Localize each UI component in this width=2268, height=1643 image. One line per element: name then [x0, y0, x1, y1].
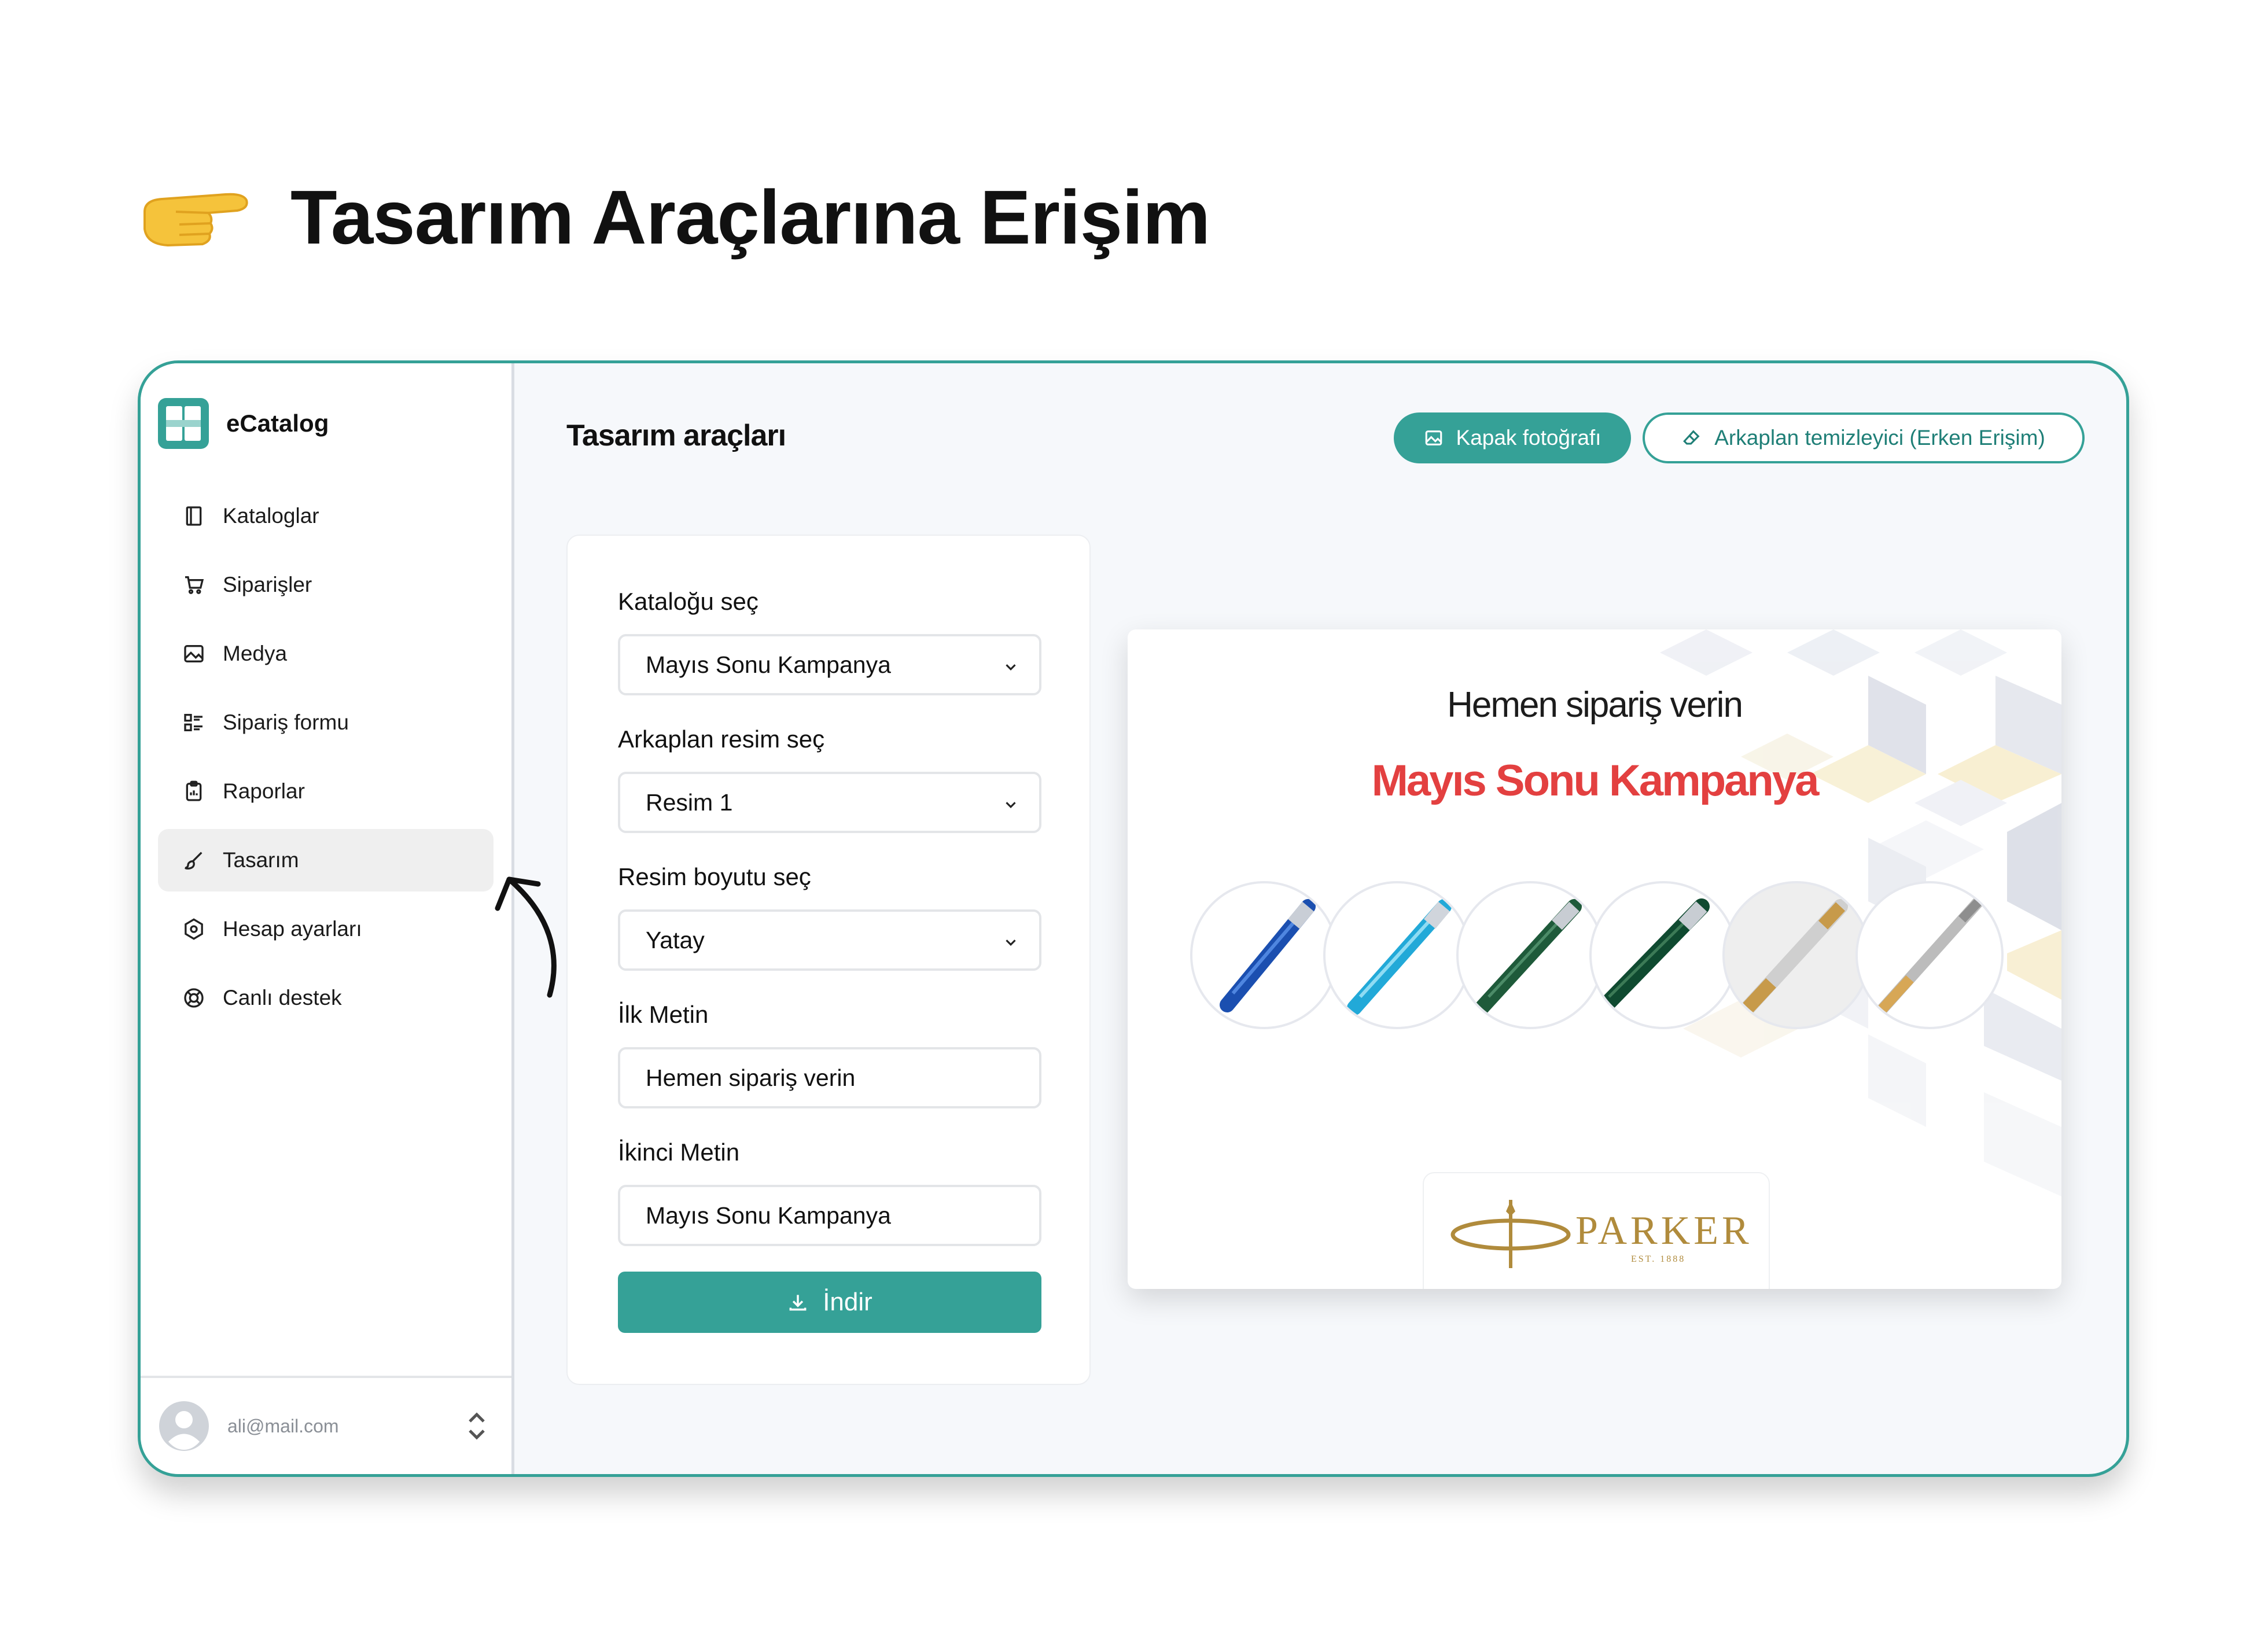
hero-heading: Tasarım Araçlarına Erişim [139, 174, 1210, 261]
sidebar-item-medya[interactable]: Medya [158, 622, 494, 685]
background-remover-button[interactable]: Arkaplan temizleyici (Erken Erişim) [1643, 412, 2085, 463]
app-window: eCatalog Kataloglar Siparişler Medya Sip… [138, 360, 2129, 1477]
main-content: Tasarım araçları Kapak fotoğrafı Arkapla… [514, 363, 2126, 1474]
app-name: eCatalog [226, 410, 329, 437]
avatar [159, 1401, 209, 1451]
product-image [1323, 881, 1471, 1029]
download-label: İndir [823, 1288, 872, 1316]
first-text-label: İlk Metin [618, 1001, 709, 1028]
dark-green-pen-image [1595, 898, 1710, 1016]
preview-first-text: Hemen sipariş verin [1447, 685, 1743, 725]
form-list-icon [184, 714, 203, 731]
second-text-label: İkinci Metin [618, 1139, 740, 1166]
blue-pen-image [1220, 899, 1316, 1012]
image-icon [1425, 430, 1442, 445]
background-select-value: Resim 1 [646, 789, 733, 816]
catalog-select-value: Mayıs Sonu Kampanya [646, 651, 891, 678]
sidebar-item-label: Medya [223, 642, 288, 665]
chrome-pen-image [1875, 895, 1985, 1016]
lifebuoy-icon [184, 988, 204, 1008]
chevron-down-icon [1006, 940, 1016, 946]
sidebar-item-label: Kataloglar [223, 504, 319, 528]
parker-logo-icon [1450, 1200, 1571, 1268]
design-form-card: Kataloğu seç Mayıs Sonu Kampanya Arkapla… [566, 535, 1091, 1385]
product-image [1190, 881, 1338, 1029]
sidebar-item-siparis-formu[interactable]: Sipariş formu [158, 691, 494, 754]
sidebar: eCatalog Kataloglar Siparişler Medya Sip… [141, 363, 514, 1474]
sidebar-item-raporlar[interactable]: Raporlar [158, 760, 494, 823]
product-circles [1190, 881, 2004, 1032]
chevron-down-icon [1006, 664, 1016, 671]
size-select[interactable]: Yatay [618, 909, 1041, 971]
image-icon [184, 645, 204, 662]
cover-photo-label: Kapak fotoğrafı [1456, 426, 1601, 450]
product-image [1589, 881, 1737, 1029]
first-text-input[interactable]: Hemen sipariş verin [618, 1047, 1041, 1108]
download-icon [789, 1295, 807, 1311]
user-email: ali@mail.com [227, 1415, 339, 1436]
pointing-hand-icon [143, 193, 248, 246]
sidebar-item-label: Sipariş formu [223, 710, 349, 734]
clipboard-icon [186, 780, 202, 801]
sidebar-item-label: Siparişler [223, 573, 312, 596]
sidebar-item-hesap-ayarlari[interactable]: Hesap ayarları [158, 898, 494, 960]
sidebar-item-label: Canlı destek [223, 986, 342, 1010]
user-menu[interactable]: ali@mail.com [141, 1376, 511, 1474]
brand-name: PARKER [1575, 1209, 1752, 1253]
settings-hex-icon [185, 918, 203, 940]
product-image [1456, 881, 1604, 1029]
product-image [1855, 881, 2004, 1029]
sidebar-item-label: Raporlar [223, 779, 305, 803]
cover-photo-button[interactable]: Kapak fotoğrafı [1394, 412, 1631, 463]
catalog-select-label: Kataloğu seç [618, 588, 759, 615]
sidebar-nav: Kataloglar Siparişler Medya Sipariş form… [158, 485, 494, 1036]
page-title: Tasarım araçları [566, 419, 786, 452]
chevron-down-icon [1006, 802, 1016, 808]
background-remover-label: Arkaplan temizleyici (Erken Erişim) [1714, 426, 2045, 450]
eraser-icon [1683, 430, 1700, 445]
green-pen-image [1474, 899, 1582, 1015]
sidebar-item-kataloglar[interactable]: Kataloglar [158, 485, 494, 547]
sidebar-item-siparisler[interactable]: Siparişler [158, 554, 494, 616]
silver-gold-pen-image [1740, 899, 1848, 1015]
size-select-value: Yatay [646, 926, 705, 953]
preview-second-text: Mayıs Sonu Kampanya [1371, 756, 1820, 805]
size-select-label: Resim boyutu seç [618, 863, 811, 890]
cyan-pen-image [1347, 899, 1452, 1015]
catalog-logo-icon [158, 398, 209, 449]
sidebar-item-canli-destek[interactable]: Canlı destek [158, 967, 494, 1029]
catalog-select[interactable]: Mayıs Sonu Kampanya [618, 634, 1041, 695]
background-select[interactable]: Resim 1 [618, 772, 1041, 833]
design-preview: Hemen sipariş verin Mayıs Sonu Kampanya [1128, 629, 2061, 1289]
sidebar-item-label: Hesap ayarları [223, 917, 362, 941]
hero-title: Tasarım Araçlarına Erişim [290, 175, 1210, 260]
product-image [1722, 881, 1871, 1029]
cart-icon [185, 576, 204, 594]
chevron-up-down-icon[interactable] [465, 1409, 488, 1443]
first-text-value: Hemen sipariş verin [646, 1064, 856, 1091]
sidebar-item-label: Tasarım [223, 848, 299, 872]
second-text-value: Mayıs Sonu Kampanya [646, 1202, 891, 1229]
download-button[interactable]: İndir [618, 1272, 1041, 1333]
brand-est: EST. 1888 [1631, 1254, 1686, 1264]
brush-icon [185, 852, 203, 870]
sidebar-item-tasarim[interactable]: Tasarım [158, 829, 494, 892]
book-icon [186, 506, 202, 526]
background-select-label: Arkaplan resim seç [618, 725, 825, 753]
curved-arrow-annotation [495, 876, 557, 998]
second-text-input[interactable]: Mayıs Sonu Kampanya [618, 1185, 1041, 1246]
app-logo[interactable]: eCatalog [158, 398, 329, 449]
brand-logo-card: PARKER EST. 1888 [1423, 1172, 1770, 1289]
